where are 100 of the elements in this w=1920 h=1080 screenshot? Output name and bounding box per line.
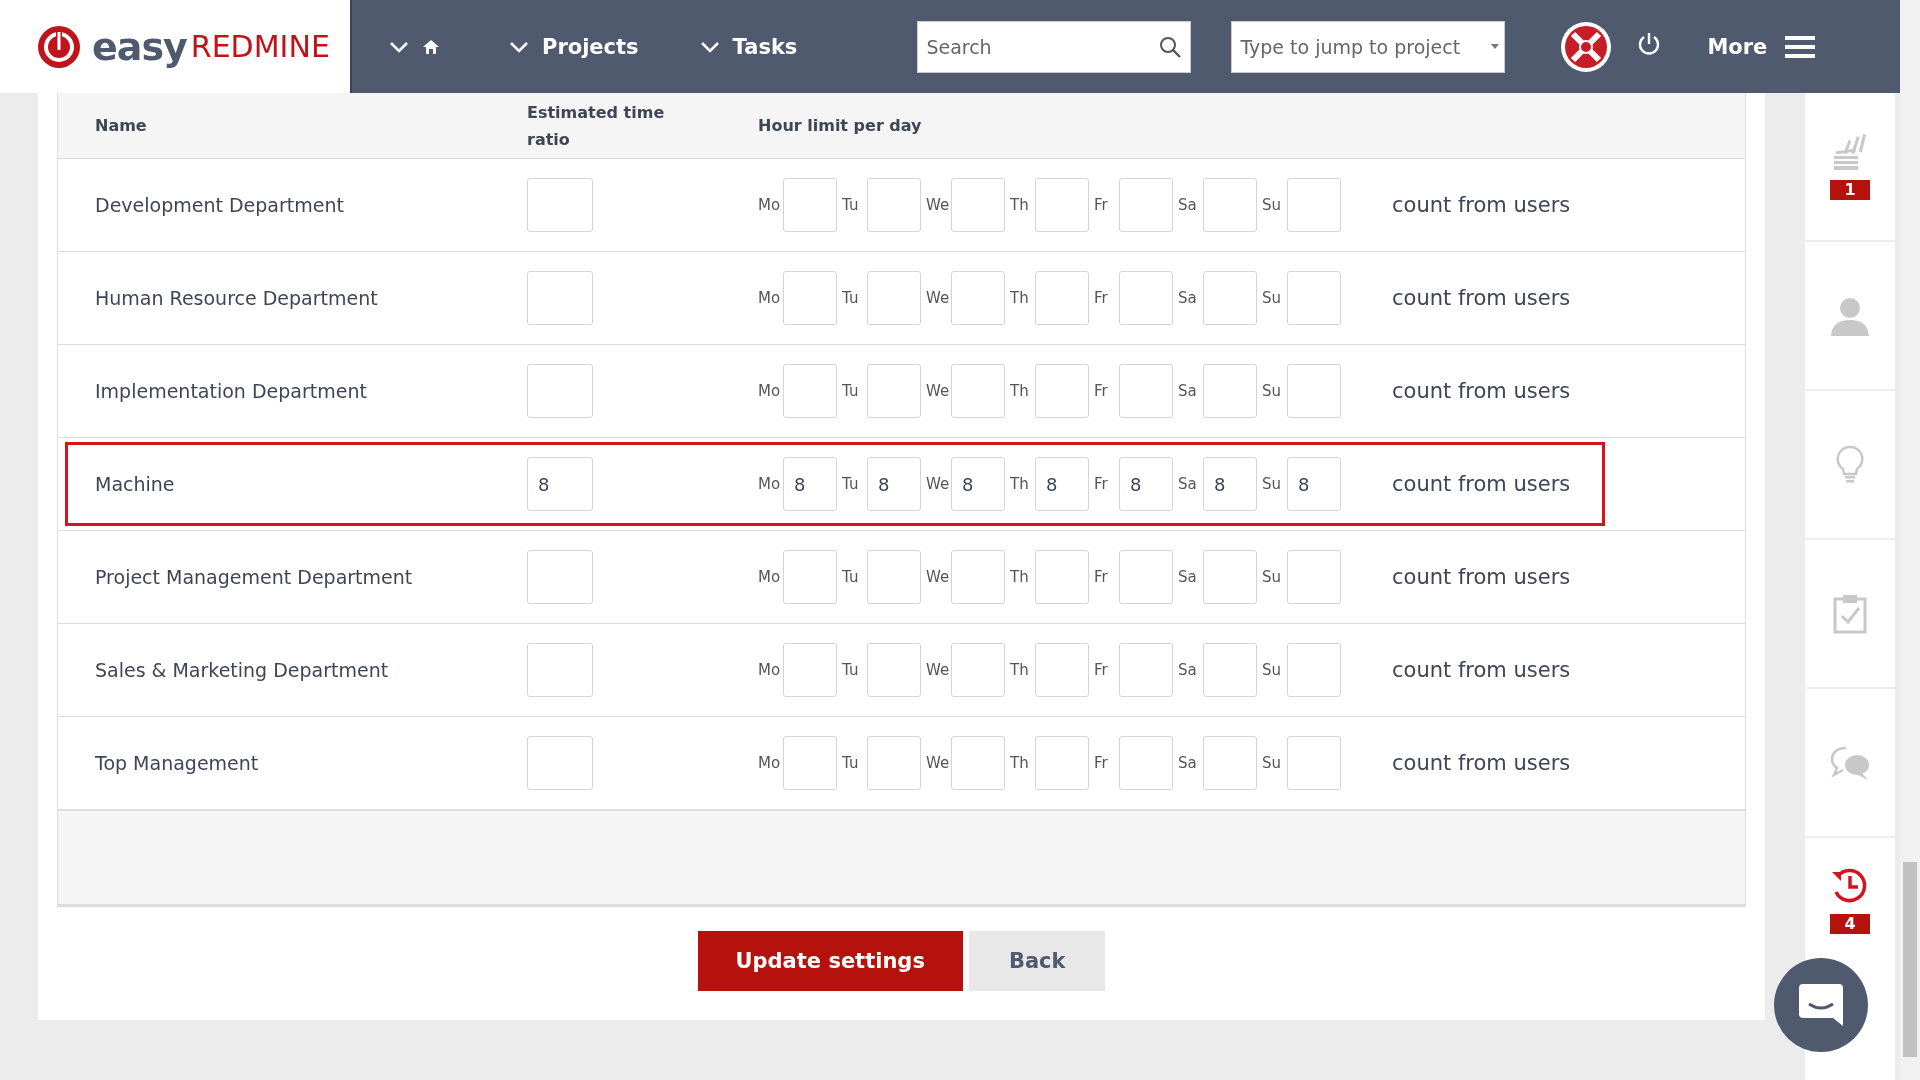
update-button[interactable]: Update settings — [697, 931, 963, 991]
hours-field[interactable] — [783, 736, 837, 790]
hours-field[interactable] — [1203, 178, 1257, 232]
day-label: Th — [1010, 568, 1030, 586]
day-label: Mo — [758, 568, 780, 586]
count-badge: 1 — [1830, 179, 1870, 200]
sidebar-item[interactable]: 1 — [1805, 93, 1895, 242]
hours-field[interactable] — [1119, 550, 1173, 604]
nav-menu[interactable]: Tasks — [698, 34, 798, 59]
back-button[interactable]: Back — [968, 931, 1106, 991]
hours-field[interactable] — [867, 736, 921, 790]
hours-field[interactable] — [867, 550, 921, 604]
hours-field[interactable] — [1119, 364, 1173, 418]
day-label: Su — [1262, 661, 1283, 679]
day-label: Th — [1010, 196, 1030, 214]
hours-field[interactable]: 8 — [1119, 457, 1173, 511]
ratio-field[interactable] — [527, 550, 593, 604]
hours-field[interactable] — [951, 271, 1005, 325]
hours-field[interactable] — [1035, 736, 1089, 790]
day-label: Th — [1010, 289, 1030, 307]
hours-field[interactable] — [1035, 271, 1089, 325]
hours-field[interactable] — [867, 178, 921, 232]
hours-field[interactable] — [1119, 271, 1173, 325]
hours-field[interactable] — [1287, 550, 1341, 604]
day-label: Th — [1010, 661, 1030, 679]
hours-field[interactable] — [951, 364, 1005, 418]
hours-field[interactable]: 8 — [783, 457, 837, 511]
logo-text: easy — [92, 24, 187, 69]
hours-field[interactable] — [951, 736, 1005, 790]
hours-field[interactable] — [1203, 550, 1257, 604]
ratio-field[interactable] — [527, 364, 593, 418]
day-label: Su — [1262, 754, 1283, 772]
avatar-icon[interactable] — [1561, 21, 1612, 72]
power-icon[interactable] — [1637, 31, 1662, 56]
note-text: count from users — [1392, 379, 1571, 403]
nav-menu[interactable]: Projects — [508, 34, 639, 59]
hours-field[interactable] — [951, 643, 1005, 697]
logo[interactable]: easyREDMINE — [0, 0, 350, 93]
note-text: count from users — [1392, 193, 1571, 217]
hours-field[interactable] — [783, 271, 837, 325]
hours-field[interactable] — [1119, 178, 1173, 232]
hours-field[interactable] — [1119, 643, 1173, 697]
day-label: Fr — [1094, 196, 1109, 214]
count-badge: 4 — [1830, 914, 1870, 934]
ratio-field[interactable] — [527, 736, 593, 790]
day-label: We — [926, 568, 948, 586]
day-label: Sa — [1178, 661, 1198, 679]
hours-field[interactable] — [783, 643, 837, 697]
hours-field[interactable] — [1035, 364, 1089, 418]
hours-field[interactable] — [783, 364, 837, 418]
note-text: count from users — [1392, 658, 1571, 682]
hours-field[interactable] — [1287, 736, 1341, 790]
hours-field[interactable] — [783, 550, 837, 604]
day-label: Su — [1262, 475, 1283, 493]
day-label: We — [926, 661, 948, 679]
day-label: Sa — [1178, 382, 1198, 400]
day-label: We — [926, 475, 948, 493]
hours-field[interactable] — [951, 550, 1005, 604]
hours-field[interactable] — [1287, 178, 1341, 232]
day-label: Fr — [1094, 475, 1109, 493]
hours-field[interactable] — [867, 364, 921, 418]
hours-field[interactable]: 8 — [1287, 457, 1341, 511]
hours-field[interactable]: 8 — [1035, 457, 1089, 511]
day-label: Tu — [842, 475, 860, 493]
hours-field[interactable] — [1287, 364, 1341, 418]
ratio-field[interactable] — [527, 643, 593, 697]
day-label: We — [926, 754, 948, 772]
day-label: Sa — [1178, 475, 1198, 493]
hours-field[interactable] — [1035, 178, 1089, 232]
jump-field[interactable]: Type to jump to project — [1231, 20, 1506, 73]
hours-field[interactable] — [1119, 736, 1173, 790]
hours-field[interactable] — [1203, 643, 1257, 697]
hours-field[interactable] — [1035, 643, 1089, 697]
hours-field[interactable]: 8 — [867, 457, 921, 511]
hours-field[interactable] — [867, 271, 921, 325]
hours-field[interactable]: 8 — [1203, 457, 1257, 511]
hours-field[interactable] — [783, 178, 837, 232]
sidebar-item[interactable]: 4 — [1805, 838, 1895, 956]
day-label: Fr — [1094, 289, 1109, 307]
more-menu[interactable]: More — [1701, 33, 1822, 60]
hours-field[interactable]: 8 — [951, 457, 1005, 511]
day-label: Sa — [1178, 289, 1198, 307]
hours-field[interactable] — [1287, 271, 1341, 325]
hours-field[interactable] — [1035, 550, 1089, 604]
search-field[interactable]: Search — [917, 20, 1192, 73]
hours-field[interactable] — [1203, 364, 1257, 418]
hours-field[interactable] — [867, 643, 921, 697]
ratio-field[interactable] — [527, 178, 593, 232]
hours-field[interactable] — [951, 178, 1005, 232]
day-label: Mo — [758, 289, 780, 307]
logo-brand: REDMINE — [190, 29, 330, 64]
day-label: Tu — [842, 754, 860, 772]
note-text: count from users — [1392, 751, 1571, 775]
hours-field[interactable] — [1203, 736, 1257, 790]
note-text: count from users — [1392, 472, 1571, 496]
hours-field[interactable] — [1287, 643, 1341, 697]
hours-field[interactable] — [1203, 271, 1257, 325]
ratio-field[interactable]: 8 — [527, 457, 593, 511]
ratio-field[interactable] — [527, 271, 593, 325]
day-label: Tu — [842, 568, 860, 586]
